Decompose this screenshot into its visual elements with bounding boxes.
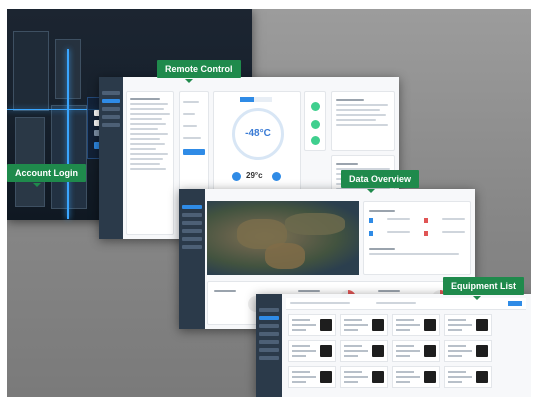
device-icon (424, 345, 436, 357)
device-icon (320, 371, 332, 383)
device-tree[interactable] (126, 91, 174, 235)
sidebar-item[interactable] (102, 115, 120, 119)
increase-button[interactable] (272, 172, 281, 181)
device-icon (476, 319, 488, 331)
equipment-card[interactable] (444, 366, 492, 388)
mode-toggle[interactable] (240, 97, 254, 102)
equipment-card[interactable] (392, 340, 440, 362)
equipment-card[interactable] (340, 340, 388, 362)
sidebar-item[interactable] (182, 237, 202, 241)
device-icon (320, 345, 332, 357)
sidebar-item[interactable] (102, 91, 120, 95)
sidebar-item[interactable] (259, 332, 279, 336)
mode-selected[interactable] (183, 149, 205, 155)
account-login-tag: Account Login (7, 164, 86, 182)
info-table (331, 91, 395, 151)
sidebar-item[interactable] (182, 213, 202, 217)
equipment-card[interactable] (444, 314, 492, 336)
setpoint-value: 29°c (246, 171, 263, 180)
temperature-dial[interactable]: -48°C (232, 108, 284, 160)
equipment-card[interactable] (444, 340, 492, 362)
status-card (304, 91, 326, 151)
status-indicator (311, 102, 320, 111)
search-button[interactable] (508, 301, 522, 306)
sidebar-item[interactable] (182, 229, 202, 233)
sidebar-item-active[interactable] (182, 205, 202, 209)
equipment-card[interactable] (340, 314, 388, 336)
sidebar-item[interactable] (102, 107, 120, 111)
equipment-card[interactable] (392, 366, 440, 388)
device-icon (372, 319, 384, 331)
equipment-card[interactable] (340, 366, 388, 388)
overview-sidebar (179, 189, 205, 329)
sidebar-item[interactable] (182, 245, 202, 249)
status-indicator (311, 136, 320, 145)
sidebar-item[interactable] (259, 356, 279, 360)
device-map[interactable] (207, 201, 359, 275)
remote-control-tag: Remote Control (157, 60, 241, 78)
device-icon (424, 371, 436, 383)
mode-list[interactable] (179, 91, 209, 191)
promo-canvas: -48°C 29°c Remote Control Data Overview … (7, 9, 531, 397)
equipment-card[interactable] (392, 314, 440, 336)
sidebar-item-active[interactable] (102, 99, 120, 103)
sidebar-item[interactable] (259, 340, 279, 344)
device-icon (424, 319, 436, 331)
equipment-list-tag: Equipment List (443, 277, 524, 295)
device-icon (476, 371, 488, 383)
sidebar-item[interactable] (102, 123, 120, 127)
equipment-card[interactable] (288, 314, 336, 336)
equipment-sidebar (256, 294, 282, 397)
data-overview-tag: Data Overview (341, 170, 420, 188)
sidebar-item[interactable] (182, 221, 202, 225)
filter-bar[interactable] (286, 298, 526, 310)
sidebar-item[interactable] (259, 324, 279, 328)
equipment-card[interactable] (288, 366, 336, 388)
device-icon (372, 345, 384, 357)
current-temperature: -48°C (245, 128, 271, 139)
alarm-summary-card (363, 201, 471, 275)
control-card: -48°C 29°c (213, 91, 301, 191)
device-icon (476, 345, 488, 357)
device-icon (372, 371, 384, 383)
sidebar-item-active[interactable] (259, 316, 279, 320)
equipment-card[interactable] (288, 340, 336, 362)
status-indicator (311, 120, 320, 129)
device-icon (320, 319, 332, 331)
sidebar-item[interactable] (259, 308, 279, 312)
sidebar-item[interactable] (259, 348, 279, 352)
remote-sidebar (99, 77, 123, 239)
decrease-button[interactable] (232, 172, 241, 181)
equipment-list-panel (256, 294, 531, 397)
